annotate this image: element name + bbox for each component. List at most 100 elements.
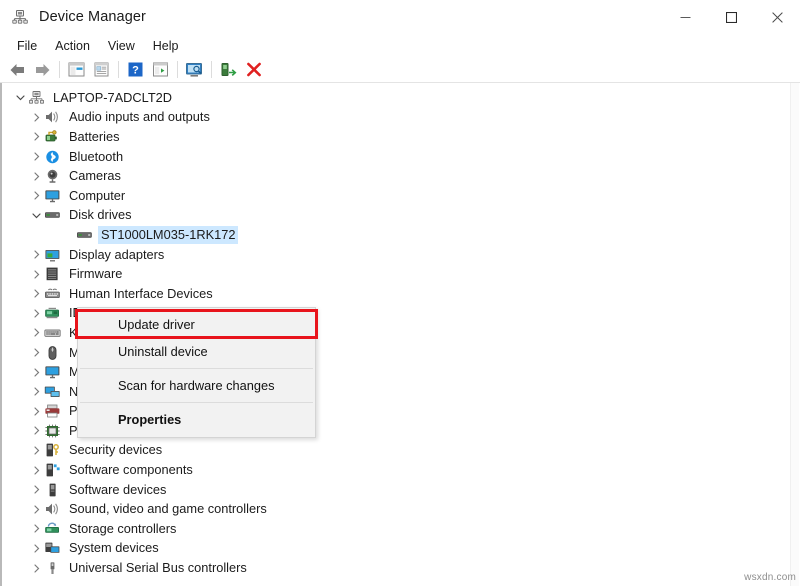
tree-item-label: Cameras <box>66 167 124 185</box>
chevron-right-icon[interactable] <box>28 168 44 184</box>
firmware-icon <box>44 266 61 282</box>
menu-bar: File Action View Help <box>0 34 800 57</box>
tree-item[interactable]: Cameras <box>2 166 800 186</box>
chevron-right-icon[interactable] <box>28 384 44 400</box>
tree-item[interactable]: Universal Serial Bus controllers <box>2 558 800 578</box>
chevron-right-icon[interactable] <box>28 247 44 263</box>
tree-item-label: Bluetooth <box>66 148 126 166</box>
chevron-right-icon[interactable] <box>28 364 44 380</box>
context-menu-separator <box>80 402 313 403</box>
device-tree-pane[interactable]: LAPTOP-7ADCLT2DAudio inputs and outputsB… <box>0 83 800 586</box>
chevron-right-icon[interactable] <box>28 286 44 302</box>
bluetooth-icon <box>44 149 61 165</box>
window-title: Device Manager <box>39 9 146 25</box>
context-menu[interactable]: Update driver Uninstall device Scan for … <box>77 307 316 438</box>
scan-for-hardware-changes-icon[interactable] <box>182 59 207 81</box>
menu-view[interactable]: View <box>99 37 144 55</box>
tree-item[interactable]: Display adapters <box>2 245 800 265</box>
chevron-right-icon[interactable] <box>28 462 44 478</box>
tree-item[interactable]: ST1000LM035-1RK172 <box>2 225 800 245</box>
tree-item[interactable]: Software devices <box>2 480 800 500</box>
chevron-down-icon[interactable] <box>28 207 44 223</box>
chevron-right-icon[interactable] <box>28 149 44 165</box>
uninstall-device-icon[interactable] <box>241 59 266 81</box>
chevron-right-icon[interactable] <box>28 109 44 125</box>
tree-item-label: LAPTOP-7ADCLT2D <box>50 89 175 107</box>
maximize-button[interactable] <box>708 0 754 34</box>
close-button[interactable] <box>754 0 800 34</box>
tree-item[interactable]: Firmware <box>2 264 800 284</box>
context-menu-item-properties[interactable]: Properties <box>78 406 315 433</box>
tree-item-label: Firmware <box>66 265 125 283</box>
chevron-right-icon[interactable] <box>28 482 44 498</box>
context-menu-separator <box>80 368 313 369</box>
chevron-down-icon[interactable] <box>12 90 28 106</box>
tree-item[interactable]: Computer <box>2 186 800 206</box>
title-bar: Device Manager <box>0 0 800 34</box>
tree-item-label: Software devices <box>66 481 169 499</box>
tree-item-label: Audio inputs and outputs <box>66 108 213 126</box>
tree-item-label: System devices <box>66 539 162 557</box>
chevron-right-icon[interactable] <box>28 266 44 282</box>
update-driver-icon[interactable] <box>148 59 173 81</box>
storage-controller-icon <box>44 521 61 537</box>
chevron-right-icon[interactable] <box>28 423 44 439</box>
device-manager-window: Device Manager File Action View Help <box>0 0 800 586</box>
scrollbar-track[interactable] <box>790 83 799 586</box>
forward-icon[interactable] <box>30 59 55 81</box>
menu-action[interactable]: Action <box>46 37 99 55</box>
chevron-right-icon[interactable] <box>28 129 44 145</box>
help-icon[interactable]: ? <box>123 59 148 81</box>
tree-item[interactable]: Bluetooth <box>2 147 800 167</box>
tree-item[interactable]: Human Interface Devices <box>2 284 800 304</box>
svg-text:?: ? <box>132 65 139 77</box>
properties-icon[interactable] <box>89 59 114 81</box>
context-menu-item-scan-for-hardware-changes[interactable]: Scan for hardware changes <box>78 372 315 399</box>
mouse-icon <box>44 345 61 361</box>
tree-item-label: Software components <box>66 461 196 479</box>
show-hide-console-tree-icon[interactable] <box>64 59 89 81</box>
monitor-icon <box>44 364 61 380</box>
chevron-right-icon[interactable] <box>28 501 44 517</box>
security-device-icon <box>44 442 61 458</box>
toolbar: ? <box>0 57 800 83</box>
tree-item[interactable]: Sound, video and game controllers <box>2 499 800 519</box>
tree-item-label: Universal Serial Bus controllers <box>66 559 250 577</box>
tree-item[interactable]: System devices <box>2 539 800 559</box>
software-device-icon <box>44 482 61 498</box>
chevron-right-icon[interactable] <box>28 442 44 458</box>
context-menu-item-uninstall-device[interactable]: Uninstall device <box>78 338 315 365</box>
tree-item[interactable]: LAPTOP-7ADCLT2D <box>2 88 800 108</box>
tree-item[interactable]: Batteries <box>2 127 800 147</box>
chevron-placeholder <box>60 227 76 243</box>
window-controls <box>662 0 800 34</box>
context-menu-item-update-driver[interactable]: Update driver <box>78 311 315 338</box>
chevron-right-icon[interactable] <box>28 521 44 537</box>
tree-item-label: ST1000LM035-1RK172 <box>98 226 238 244</box>
vertical-scrollbar[interactable] <box>788 83 800 586</box>
chevron-right-icon[interactable] <box>28 560 44 576</box>
minimize-button[interactable] <box>662 0 708 34</box>
menu-help[interactable]: Help <box>144 37 188 55</box>
toolbar-separator <box>177 61 178 78</box>
tree-item[interactable]: Software components <box>2 460 800 480</box>
tree-item[interactable]: Storage controllers <box>2 519 800 539</box>
chevron-right-icon[interactable] <box>28 305 44 321</box>
chevron-right-icon[interactable] <box>28 188 44 204</box>
printer-icon <box>44 403 61 419</box>
chevron-right-icon[interactable] <box>28 540 44 556</box>
chevron-right-icon[interactable] <box>28 403 44 419</box>
back-icon[interactable] <box>5 59 30 81</box>
tree-item-label: Disk drives <box>66 206 135 224</box>
menu-file[interactable]: File <box>8 37 46 55</box>
enable-device-icon[interactable] <box>216 59 241 81</box>
battery-icon <box>44 129 61 145</box>
chevron-right-icon[interactable] <box>28 325 44 341</box>
tree-item[interactable]: Security devices <box>2 441 800 461</box>
speaker-icon <box>44 109 61 125</box>
ide-controller-icon <box>44 305 61 321</box>
tree-item[interactable]: Audio inputs and outputs <box>2 108 800 128</box>
chevron-right-icon[interactable] <box>28 345 44 361</box>
tree-item[interactable]: Disk drives <box>2 206 800 226</box>
computer-node-icon <box>28 90 45 106</box>
